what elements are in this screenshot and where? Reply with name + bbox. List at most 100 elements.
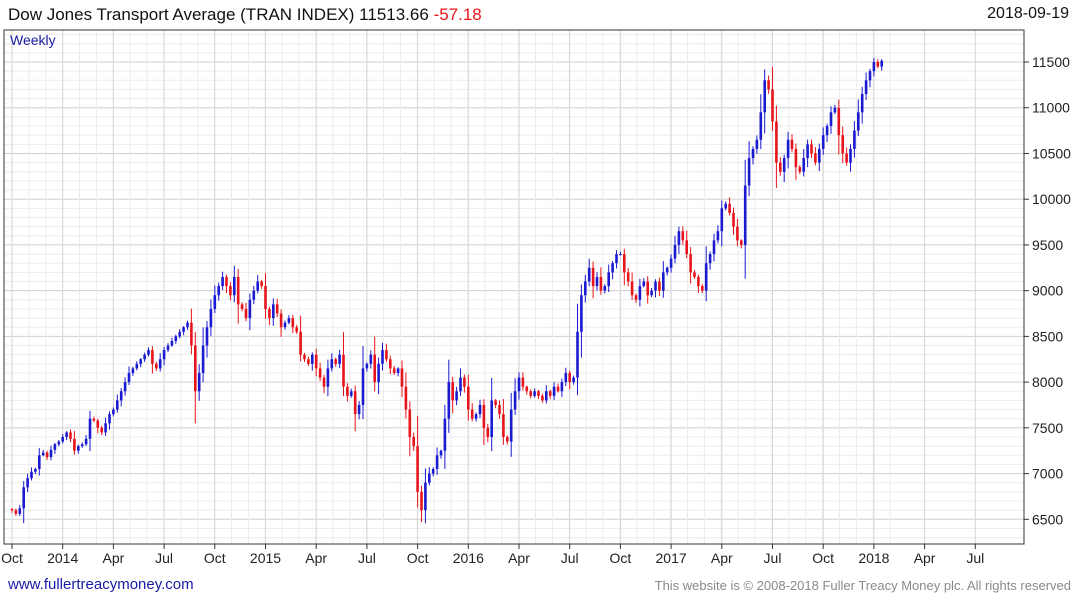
candle-body bbox=[275, 304, 279, 314]
candle-body bbox=[92, 418, 96, 421]
candle-body bbox=[287, 318, 291, 323]
candle-body bbox=[334, 359, 337, 364]
candle-body bbox=[513, 391, 517, 410]
candle-body bbox=[244, 308, 248, 319]
candle-body bbox=[404, 386, 408, 410]
candle-body bbox=[517, 377, 521, 392]
candle-body bbox=[151, 350, 154, 364]
candle-body bbox=[463, 377, 466, 387]
candle-body bbox=[521, 377, 525, 387]
candle-body bbox=[708, 254, 712, 264]
candle-body bbox=[533, 391, 536, 396]
candle-body bbox=[166, 345, 170, 351]
candle-body bbox=[416, 446, 419, 492]
candle-body bbox=[802, 158, 805, 172]
candle-body bbox=[217, 286, 220, 296]
candle-body bbox=[568, 372, 571, 383]
candle-body bbox=[872, 62, 876, 72]
candle-body bbox=[65, 432, 68, 437]
candle-body bbox=[459, 377, 462, 392]
candle-body bbox=[529, 391, 532, 396]
candle-body bbox=[307, 359, 310, 364]
x-tick-label: Apr bbox=[103, 550, 125, 566]
candle-body bbox=[186, 322, 189, 328]
candle-body bbox=[720, 208, 724, 232]
candle-body bbox=[221, 276, 224, 287]
candle-body bbox=[716, 231, 720, 241]
candle-body bbox=[112, 409, 115, 415]
candle-body bbox=[385, 350, 388, 360]
candle-body bbox=[743, 185, 747, 245]
candle-body bbox=[810, 144, 813, 154]
candle-body bbox=[681, 231, 685, 241]
y-tick-label: 7000 bbox=[1032, 466, 1063, 482]
candle-body bbox=[108, 414, 111, 424]
candle-body bbox=[665, 267, 669, 273]
candle-body bbox=[268, 308, 271, 319]
candle-body bbox=[623, 254, 626, 273]
candle-body bbox=[84, 438, 88, 445]
candle-body bbox=[712, 240, 716, 255]
candle-body bbox=[751, 148, 755, 159]
candle-body bbox=[502, 414, 505, 437]
candle-body bbox=[556, 386, 560, 392]
candle-body bbox=[213, 295, 217, 309]
candle-body bbox=[775, 121, 778, 163]
candle-body bbox=[825, 126, 829, 136]
candle-body bbox=[545, 391, 548, 401]
interval-label: Weekly bbox=[10, 32, 56, 48]
candle-body bbox=[857, 112, 860, 131]
candle-body bbox=[443, 418, 447, 451]
candle-body bbox=[806, 144, 809, 159]
candle-body bbox=[658, 281, 661, 291]
candle-body bbox=[100, 427, 103, 433]
x-tick-label: Jul bbox=[966, 550, 984, 566]
candle-body bbox=[470, 409, 474, 419]
candle-body bbox=[34, 469, 37, 472]
candle-body bbox=[767, 80, 770, 90]
candle-body bbox=[619, 254, 622, 256]
candle-body bbox=[392, 368, 396, 373]
candle-body bbox=[837, 107, 841, 136]
candle-body bbox=[155, 363, 158, 369]
candle-body bbox=[182, 327, 185, 332]
x-axis: Oct 2014 Apr Jul Oct 2015 Apr Jul Oct 2016 Apr Jul O… bbox=[1, 544, 984, 566]
candle-body bbox=[599, 276, 603, 291]
candle-body bbox=[740, 240, 743, 245]
candle-body bbox=[494, 400, 497, 405]
candle-body bbox=[18, 508, 22, 514]
y-tick-label: 9500 bbox=[1032, 237, 1063, 253]
candle-body bbox=[779, 162, 782, 172]
candle-body bbox=[45, 452, 49, 458]
candle-body bbox=[326, 368, 330, 387]
candle-body bbox=[396, 368, 400, 373]
candle-body bbox=[127, 372, 131, 383]
x-tick-label: 2014 bbox=[47, 550, 78, 566]
y-tick-label: 8500 bbox=[1032, 328, 1063, 344]
candle-body bbox=[467, 386, 470, 410]
candle-body bbox=[373, 354, 376, 383]
candle-body bbox=[365, 363, 369, 369]
candle-body bbox=[303, 354, 306, 360]
x-tick-label: 2015 bbox=[250, 550, 281, 566]
candle-body bbox=[564, 372, 568, 383]
candle-body bbox=[560, 382, 564, 392]
candle-body bbox=[295, 327, 298, 332]
candle-body bbox=[693, 272, 696, 277]
site-link[interactable]: www.fullertreacymoney.com bbox=[8, 576, 194, 593]
candle-body bbox=[759, 112, 763, 140]
candle-body bbox=[357, 404, 361, 415]
x-tick-label: Oct bbox=[812, 550, 834, 566]
candle-body bbox=[755, 139, 759, 149]
x-tick-label: Oct bbox=[407, 550, 429, 566]
candle-body bbox=[412, 436, 415, 447]
candle-body bbox=[868, 71, 872, 81]
candle-body bbox=[615, 254, 618, 264]
y-tick-label: 11500 bbox=[1032, 54, 1070, 70]
candle-body bbox=[377, 363, 380, 383]
candle-body bbox=[26, 478, 29, 488]
candle-body bbox=[451, 382, 454, 401]
x-tick-label: Apr bbox=[914, 550, 936, 566]
candle-body bbox=[158, 359, 162, 369]
y-tick-label: 7500 bbox=[1032, 420, 1063, 436]
